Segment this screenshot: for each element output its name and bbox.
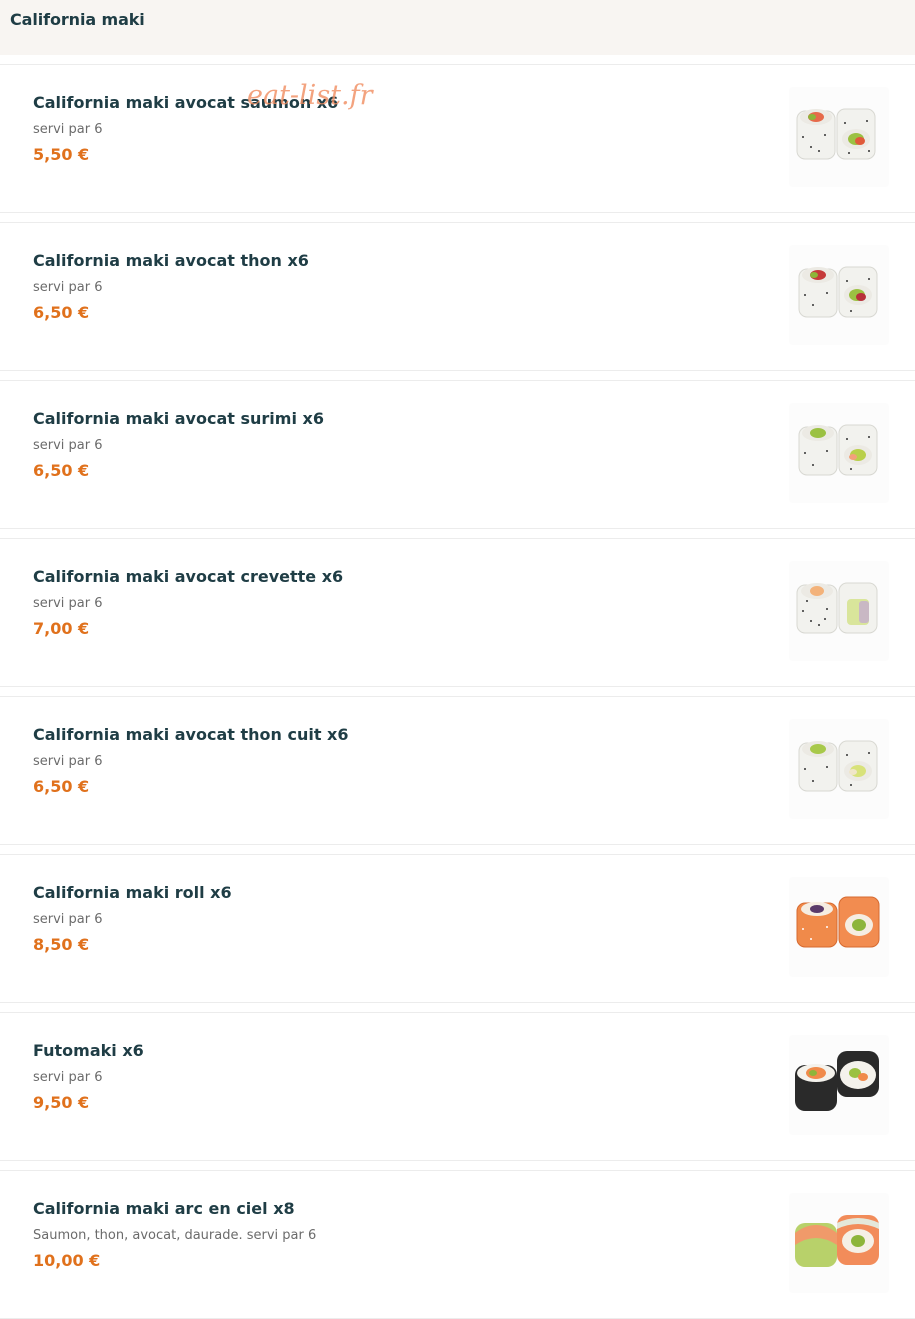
item-name: California maki avocat crevette x6	[33, 567, 344, 586]
item-price: 9,50 €	[33, 1093, 90, 1112]
item-photo	[789, 1035, 889, 1135]
menu-item[interactable]: California maki avocat thon cuit x6 serv…	[0, 696, 915, 845]
item-photo	[789, 403, 889, 503]
item-price: 6,50 €	[33, 303, 90, 322]
item-name: California maki avocat thon x6	[33, 251, 309, 270]
menu-item[interactable]: Futomaki x6 servi par 6 9,50 €	[0, 1012, 915, 1161]
item-description: servi par 6	[33, 596, 103, 611]
item-price: 8,50 €	[33, 935, 90, 954]
item-price: 5,50 €	[33, 145, 90, 164]
section-title: California maki	[10, 10, 145, 29]
item-price: 10,00 €	[33, 1251, 101, 1270]
item-description: servi par 6	[33, 280, 103, 295]
item-photo	[789, 245, 889, 345]
item-photo	[789, 877, 889, 977]
menu-item-list: California maki avocat saumon x6 servi p…	[0, 64, 915, 1319]
menu-item[interactable]: California maki roll x6 servi par 6 8,50…	[0, 854, 915, 1003]
item-name: California maki arc en ciel x8	[33, 1199, 295, 1218]
item-photo	[789, 87, 889, 187]
item-name: California maki avocat thon cuit x6	[33, 725, 349, 744]
menu-item[interactable]: California maki avocat crevette x6 servi…	[0, 538, 915, 687]
item-description: servi par 6	[33, 122, 103, 137]
item-photo	[789, 1193, 889, 1293]
item-price: 6,50 €	[33, 461, 90, 480]
item-name: California maki roll x6	[33, 883, 232, 902]
item-photo	[789, 719, 889, 819]
item-price: 6,50 €	[33, 777, 90, 796]
menu-item[interactable]: California maki avocat saumon x6 servi p…	[0, 64, 915, 213]
item-name: California maki avocat saumon x6	[33, 93, 339, 112]
section-header: California maki	[0, 0, 915, 55]
menu-item[interactable]: California maki arc en ciel x8 Saumon, t…	[0, 1170, 915, 1319]
item-description: servi par 6	[33, 1070, 103, 1085]
item-name: Futomaki x6	[33, 1041, 144, 1060]
item-name: California maki avocat surimi x6	[33, 409, 324, 428]
item-description: Saumon, thon, avocat, daurade. servi par…	[33, 1228, 317, 1243]
item-description: servi par 6	[33, 754, 103, 769]
item-photo	[789, 561, 889, 661]
item-description: servi par 6	[33, 912, 103, 927]
menu-item[interactable]: California maki avocat thon x6 servi par…	[0, 222, 915, 371]
item-price: 7,00 €	[33, 619, 90, 638]
item-description: servi par 6	[33, 438, 103, 453]
menu-item[interactable]: California maki avocat surimi x6 servi p…	[0, 380, 915, 529]
